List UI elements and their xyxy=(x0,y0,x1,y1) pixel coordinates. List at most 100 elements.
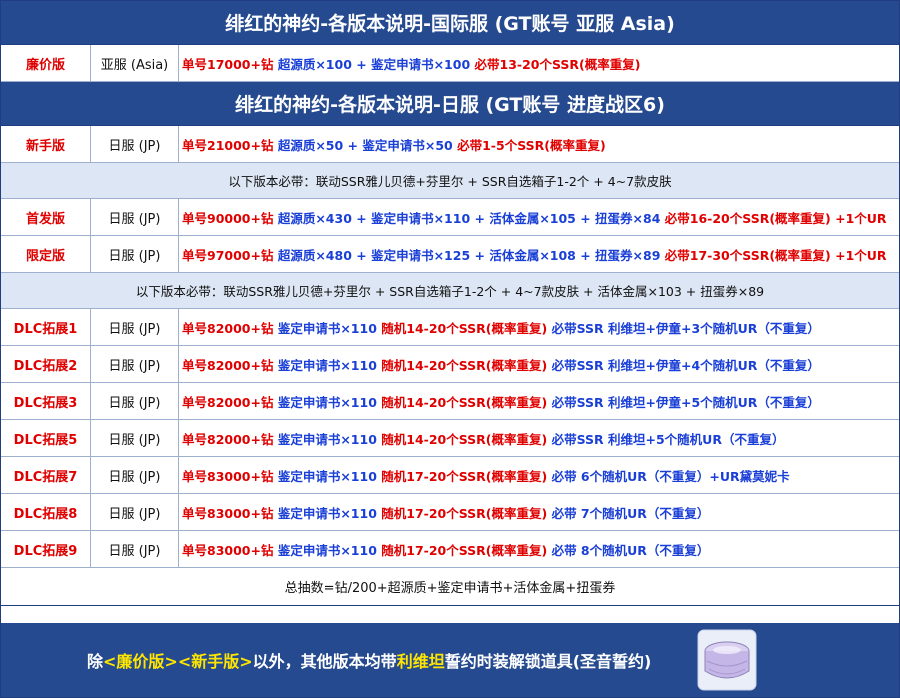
version-name: DLC拓展9 xyxy=(1,531,91,567)
version-name: DLC拓展2 xyxy=(1,346,91,382)
contents-segment: 随机17-20个SSR(概率重复) xyxy=(381,468,552,484)
contents-segment: 单号82000+钻 xyxy=(182,320,278,336)
server-region: 日服 (JP) xyxy=(91,531,179,567)
contents-segment: 必带SSR 利维坦+伊童+5个随机UR（不重复） xyxy=(551,394,820,410)
footer-middle: 以外，其他版本均带 xyxy=(252,652,397,671)
contents-segment: 超源质×430 + 鉴定申请书×110 + 活体金属×105 + 扭蛋券×84 xyxy=(277,210,665,226)
purple-pillow-item-icon xyxy=(697,629,757,691)
version-name: DLC拓展8 xyxy=(1,494,91,530)
server-region: 日服 (JP) xyxy=(91,126,179,162)
contents-segment: 必带 7个随机UR（不重复） xyxy=(551,505,710,521)
server-region: 日服 (JP) xyxy=(91,346,179,382)
table-row: DLC拓展1 日服 (JP) 单号82000+钻 鉴定申请书×110 随机14-20… xyxy=(1,309,899,346)
version-contents: 单号90000+钻 超源质×430 + 鉴定申请书×110 + 活体金属×105… xyxy=(179,199,899,235)
version-contents: 单号83000+钻 鉴定申请书×110 随机17-20个SSR(概率重复) 必带… xyxy=(179,531,899,567)
footer-banner: 除 <廉价版> <新手版> 以外，其他版本均带 利维坦 誓约时装解锁道具(圣音誓… xyxy=(1,623,899,697)
version-table: 绯红的神约-各版本说明-国际服 (GT账号 亚服 Asia) 廉价版 亚服 (As… xyxy=(0,0,900,698)
contents-segment: 鉴定申请书×110 xyxy=(277,468,382,484)
contents-segment: 超源质×480 + 鉴定申请书×125 + 活体金属×108 + 扭蛋券×89 xyxy=(277,247,665,263)
contents-segment: 单号82000+钻 xyxy=(182,431,278,447)
version-contents: 单号82000+钻 鉴定申请书×110 随机14-20个SSR(概率重复) 必带… xyxy=(179,346,899,382)
contents-segment: 随机17-20个SSR(概率重复) xyxy=(381,542,552,558)
version-contents: 单号83000+钻 鉴定申请书×110 随机17-20个SSR(概率重复) 必带… xyxy=(179,494,899,530)
contents-segment: 必带17-30个SSR(概率重复) +1个UR xyxy=(664,247,887,263)
contents-segment: 必带13-20个SSR(概率重复) xyxy=(474,56,641,72)
server-region: 日服 (JP) xyxy=(91,494,179,530)
version-contents: 单号82000+钻 鉴定申请书×110 随机14-20个SSR(概率重复) 必带… xyxy=(179,383,899,419)
total-pulls-formula: 总抽数=钻/200+超源质+鉴定申请书+活体金属+扭蛋券 xyxy=(1,568,899,606)
banner-japan: 绯红的神约-各版本说明-日服 (GT账号 进度战区6) xyxy=(1,82,899,126)
table-row: 限定版 日服 (JP) 单号97000+钻 超源质×480 + 鉴定申请书×125 … xyxy=(1,236,899,273)
table-row: DLC拓展8 日服 (JP) 单号83000+钻 鉴定申请书×110 随机17-20… xyxy=(1,494,899,531)
contents-segment: 单号90000+钻 xyxy=(182,210,278,226)
contents-segment: 必带SSR 利维坦+伊童+4个随机UR（不重复） xyxy=(551,357,820,373)
version-contents: 单号82000+钻 鉴定申请书×110 随机14-20个SSR(概率重复) 必带… xyxy=(179,309,899,345)
contents-segment: 超源质×50 + 鉴定申请书×50 xyxy=(277,137,458,153)
contents-segment: 单号82000+钻 xyxy=(182,357,278,373)
contents-segment: 单号97000+钻 xyxy=(182,247,278,263)
version-name: 廉价版 xyxy=(1,45,91,81)
version-name: 新手版 xyxy=(1,126,91,162)
footer-tag-newbie: <新手版> xyxy=(177,652,253,671)
version-name: DLC拓展5 xyxy=(1,420,91,456)
table-row: 新手版 日服 (JP) 单号21000+钻 超源质×50 + 鉴定申请书×50 必带… xyxy=(1,126,899,163)
contents-segment: 鉴定申请书×110 xyxy=(277,431,382,447)
premium-rows: 首发版 日服 (JP) 单号90000+钻 超源质×430 + 鉴定申请书×110 … xyxy=(1,199,899,273)
server-region: 日服 (JP) xyxy=(91,457,179,493)
version-name: 限定版 xyxy=(1,236,91,272)
version-name: DLC拓展7 xyxy=(1,457,91,493)
footer-tag-cheap: <廉价版> xyxy=(103,652,178,671)
contents-segment: 随机14-20个SSR(概率重复) xyxy=(381,357,552,373)
footer-highlight: 利维坦 xyxy=(396,652,445,671)
intl-rows: 廉价版 亚服 (Asia) 单号17000+钻 超源质×100 + 鉴定申请书×10… xyxy=(1,45,899,82)
version-contents: 单号82000+钻 鉴定申请书×110 随机14-20个SSR(概率重复) 必带… xyxy=(179,420,899,456)
footer-suffix: 誓约时装解锁道具(圣音誓约) xyxy=(444,652,652,671)
banner-international: 绯红的神约-各版本说明-国际服 (GT账号 亚服 Asia) xyxy=(1,1,899,45)
contents-segment: 随机14-20个SSR(概率重复) xyxy=(381,394,552,410)
version-name: 首发版 xyxy=(1,199,91,235)
contents-segment: 必带16-20个SSR(概率重复) +1个UR xyxy=(664,210,887,226)
contents-segment: 单号83000+钻 xyxy=(182,505,278,521)
table-row: DLC拓展2 日服 (JP) 单号82000+钻 鉴定申请书×110 随机14-20… xyxy=(1,346,899,383)
table-row: DLC拓展3 日服 (JP) 单号82000+钻 鉴定申请书×110 随机14-20… xyxy=(1,383,899,420)
contents-segment: 必带 8个随机UR（不重复） xyxy=(551,542,710,558)
table-row: DLC拓展9 日服 (JP) 单号83000+钻 鉴定申请书×110 随机17-20… xyxy=(1,531,899,568)
version-contents: 单号83000+钻 鉴定申请书×110 随机17-20个SSR(概率重复) 必带… xyxy=(179,457,899,493)
contents-segment: 鉴定申请书×110 xyxy=(277,320,382,336)
server-region: 亚服 (Asia) xyxy=(91,45,179,81)
newbie-row-wrap: 新手版 日服 (JP) 单号21000+钻 超源质×50 + 鉴定申请书×50 必带… xyxy=(1,126,899,163)
contents-segment: 单号17000+钻 xyxy=(182,56,278,72)
contents-segment: 鉴定申请书×110 xyxy=(277,505,382,521)
dlc-rows: DLC拓展1 日服 (JP) 单号82000+钻 鉴定申请书×110 随机14-20… xyxy=(1,309,899,568)
table-row: DLC拓展7 日服 (JP) 单号83000+钻 鉴定申请书×110 随机17-20… xyxy=(1,457,899,494)
version-contents: 单号21000+钻 超源质×50 + 鉴定申请书×50 必带1-5个SSR(概率… xyxy=(179,126,899,162)
server-region: 日服 (JP) xyxy=(91,420,179,456)
contents-segment: 随机14-20个SSR(概率重复) xyxy=(381,320,552,336)
version-name: DLC拓展1 xyxy=(1,309,91,345)
table-row: DLC拓展5 日服 (JP) 单号82000+钻 鉴定申请书×110 随机14-20… xyxy=(1,420,899,457)
contents-segment: 单号21000+钻 xyxy=(182,137,278,153)
contents-segment: 超源质×100 + 鉴定申请书×100 xyxy=(277,56,475,72)
version-contents: 单号97000+钻 超源质×480 + 鉴定申请书×125 + 活体金属×108… xyxy=(179,236,899,272)
contents-segment: 必带SSR 利维坦+伊童+3个随机UR（不重复） xyxy=(551,320,820,336)
version-contents: 单号17000+钻 超源质×100 + 鉴定申请书×100 必带13-20个SS… xyxy=(179,45,899,81)
contents-segment: 随机17-20个SSR(概率重复) xyxy=(381,505,552,521)
version-name: DLC拓展3 xyxy=(1,383,91,419)
contents-segment: 随机14-20个SSR(概率重复) xyxy=(381,431,552,447)
note-dlc-includes: 以下版本必带：联动SSR雅儿贝德+芬里尔 + SSR自选箱子1-2个 + 4~7… xyxy=(1,273,899,309)
contents-segment: 必带1-5个SSR(概率重复) xyxy=(457,137,606,153)
server-region: 日服 (JP) xyxy=(91,309,179,345)
server-region: 日服 (JP) xyxy=(91,199,179,235)
contents-segment: 单号83000+钻 xyxy=(182,542,278,558)
contents-segment: 鉴定申请书×110 xyxy=(277,357,382,373)
server-region: 日服 (JP) xyxy=(91,236,179,272)
contents-segment: 单号82000+钻 xyxy=(182,394,278,410)
contents-segment: 鉴定申请书×110 xyxy=(277,542,382,558)
table-row: 廉价版 亚服 (Asia) 单号17000+钻 超源质×100 + 鉴定申请书×10… xyxy=(1,45,899,82)
note-premium-includes: 以下版本必带：联动SSR雅儿贝德+芬里尔 + SSR自选箱子1-2个 + 4~7… xyxy=(1,163,899,199)
contents-segment: 必带SSR 利维坦+5个随机UR（不重复） xyxy=(551,431,785,447)
contents-segment: 必带 6个随机UR（不重复）+UR黛莫妮卡 xyxy=(551,468,790,484)
contents-segment: 单号83000+钻 xyxy=(182,468,278,484)
footer-prefix: 除 xyxy=(87,652,104,671)
server-region: 日服 (JP) xyxy=(91,383,179,419)
